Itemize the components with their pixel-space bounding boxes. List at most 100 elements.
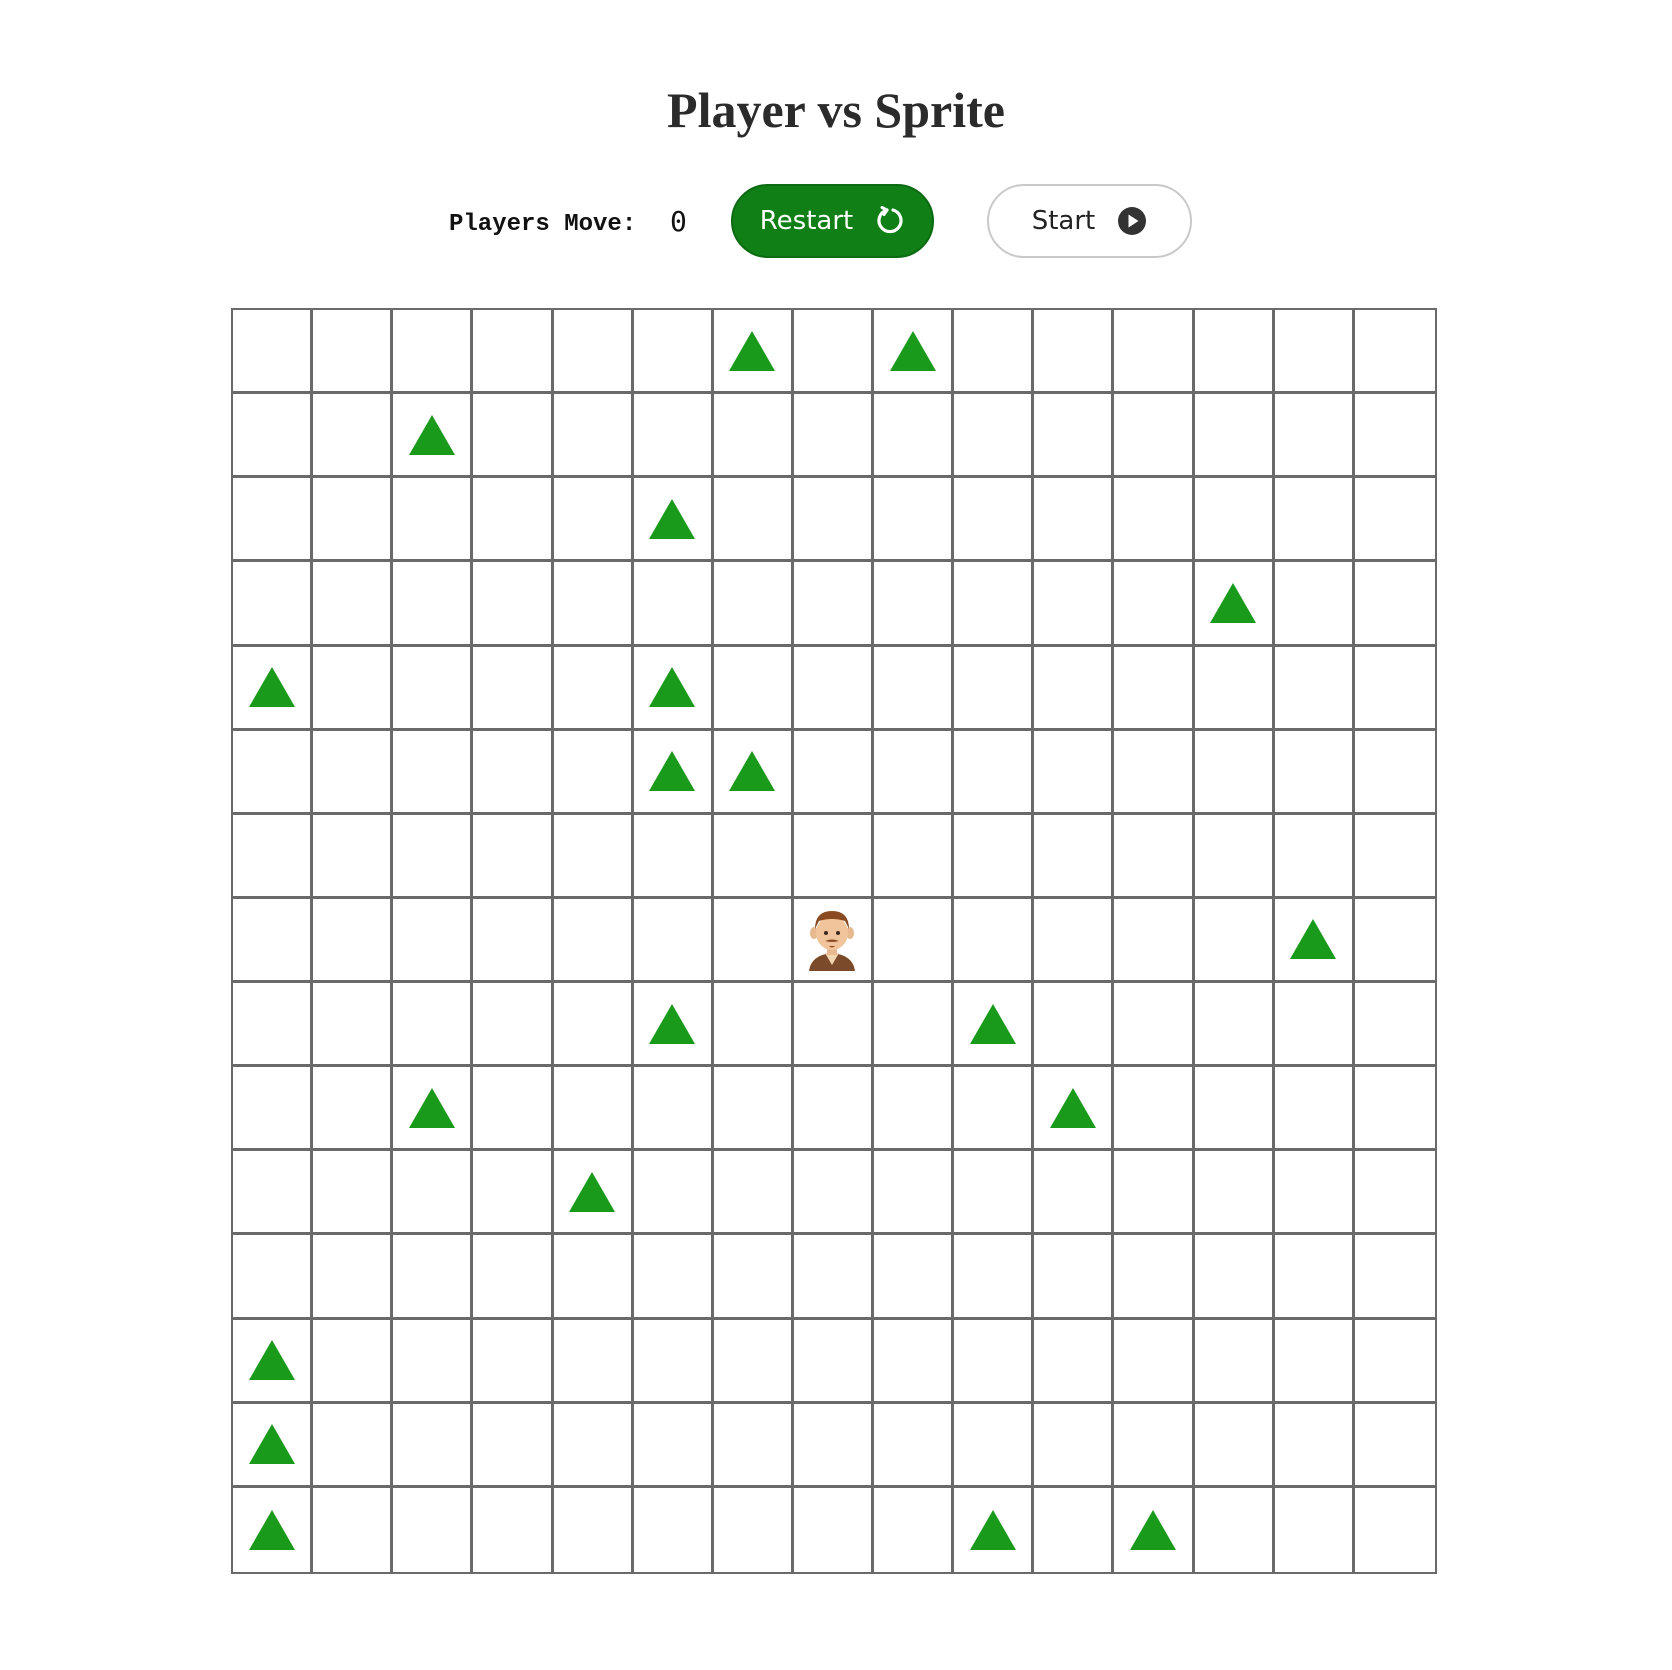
board-cell[interactable] bbox=[633, 646, 714, 731]
board-cell[interactable] bbox=[313, 1151, 394, 1236]
board-cell[interactable] bbox=[1114, 646, 1195, 731]
board-cell[interactable] bbox=[1114, 1151, 1195, 1236]
board-cell[interactable] bbox=[633, 1403, 714, 1488]
board-cell[interactable] bbox=[553, 730, 634, 815]
board-cell[interactable] bbox=[393, 646, 474, 731]
board-cell[interactable] bbox=[793, 478, 875, 563]
board-cell[interactable] bbox=[874, 1487, 955, 1572]
board-cell[interactable] bbox=[874, 478, 955, 563]
board-cell[interactable] bbox=[393, 814, 474, 899]
board-cell[interactable] bbox=[1274, 730, 1355, 815]
board-cell[interactable] bbox=[713, 1151, 794, 1236]
board-cell[interactable] bbox=[313, 562, 394, 647]
board-cell[interactable] bbox=[874, 1235, 955, 1320]
board-cell[interactable] bbox=[1034, 983, 1115, 1068]
board-cell[interactable] bbox=[473, 814, 554, 899]
board-cell[interactable] bbox=[393, 1235, 474, 1320]
board-cell[interactable] bbox=[553, 983, 634, 1068]
board-cell[interactable] bbox=[1274, 1235, 1355, 1320]
board-cell[interactable] bbox=[874, 1403, 955, 1488]
board-cell[interactable] bbox=[1354, 1404, 1435, 1488]
board-cell[interactable] bbox=[1034, 310, 1115, 395]
board-cell[interactable] bbox=[553, 898, 634, 984]
board-cell[interactable] bbox=[1114, 1319, 1195, 1404]
restart-button[interactable]: Restart bbox=[731, 184, 934, 258]
board-cell[interactable] bbox=[1194, 562, 1275, 647]
board-cell[interactable] bbox=[1274, 1067, 1355, 1152]
board-cell[interactable] bbox=[1194, 310, 1275, 395]
board-cell[interactable] bbox=[793, 562, 875, 647]
board-cell[interactable] bbox=[233, 814, 314, 899]
board-cell[interactable] bbox=[1354, 394, 1435, 479]
board-cell[interactable] bbox=[1274, 562, 1355, 647]
board-cell[interactable] bbox=[634, 1487, 714, 1572]
board-cell[interactable] bbox=[874, 1319, 955, 1404]
board-cell[interactable] bbox=[1274, 1403, 1355, 1488]
board-cell[interactable] bbox=[393, 478, 474, 563]
board-cell[interactable] bbox=[1114, 898, 1195, 984]
board-cell[interactable] bbox=[713, 562, 794, 647]
board-cell[interactable] bbox=[954, 562, 1035, 647]
board-cell[interactable] bbox=[233, 1487, 314, 1572]
board-cell[interactable] bbox=[633, 983, 714, 1068]
board-cell[interactable] bbox=[553, 394, 634, 479]
board-cell[interactable] bbox=[473, 898, 554, 984]
board-cell[interactable] bbox=[954, 394, 1035, 479]
board-cell[interactable] bbox=[1034, 562, 1115, 647]
board-cell[interactable] bbox=[1274, 898, 1355, 984]
board-cell[interactable] bbox=[473, 1403, 554, 1488]
board-cell[interactable] bbox=[713, 478, 794, 563]
board-cell[interactable] bbox=[233, 478, 314, 563]
board-cell[interactable] bbox=[1274, 646, 1355, 731]
board-cell[interactable] bbox=[793, 983, 875, 1068]
board-cell[interactable] bbox=[1034, 1487, 1115, 1572]
board-cell[interactable] bbox=[1114, 730, 1195, 815]
board-cell[interactable] bbox=[1354, 1320, 1435, 1404]
board-cell[interactable] bbox=[473, 983, 554, 1068]
board-cell[interactable] bbox=[874, 646, 955, 731]
board-cell[interactable] bbox=[1274, 1151, 1355, 1236]
board-cell[interactable] bbox=[1114, 562, 1195, 647]
board-cell[interactable] bbox=[473, 562, 554, 647]
board-cell[interactable] bbox=[233, 1067, 314, 1152]
board-cell[interactable] bbox=[313, 310, 394, 395]
board-cell[interactable] bbox=[713, 1403, 794, 1488]
board-cell[interactable] bbox=[1274, 310, 1355, 395]
board-cell[interactable] bbox=[793, 394, 875, 479]
board-cell[interactable] bbox=[1354, 731, 1435, 815]
board-cell[interactable] bbox=[1194, 1319, 1275, 1404]
board-cell[interactable] bbox=[473, 478, 554, 563]
board-cell[interactable] bbox=[793, 1319, 875, 1404]
board-cell[interactable] bbox=[1034, 730, 1115, 815]
board-cell[interactable] bbox=[1195, 1487, 1275, 1572]
board-cell[interactable] bbox=[553, 646, 634, 731]
board-cell[interactable] bbox=[553, 562, 634, 647]
board-cell[interactable] bbox=[1114, 983, 1195, 1068]
board-cell[interactable] bbox=[954, 1319, 1035, 1404]
board-cell[interactable] bbox=[313, 814, 394, 899]
board-cell[interactable] bbox=[713, 898, 794, 984]
board-cell[interactable] bbox=[553, 1067, 634, 1152]
board-cell[interactable] bbox=[1354, 983, 1435, 1068]
board-cell[interactable] bbox=[1275, 1487, 1355, 1572]
board-cell[interactable] bbox=[1114, 1067, 1195, 1152]
board-cell[interactable] bbox=[874, 394, 955, 479]
board-cell[interactable] bbox=[1034, 394, 1115, 479]
board-cell[interactable] bbox=[1194, 646, 1275, 731]
board-cell[interactable] bbox=[713, 310, 794, 395]
board-cell[interactable] bbox=[1354, 815, 1435, 899]
board-cell[interactable] bbox=[633, 562, 714, 647]
board-cell[interactable] bbox=[233, 1403, 314, 1488]
board-cell[interactable] bbox=[553, 478, 634, 563]
board-cell[interactable] bbox=[1034, 1403, 1115, 1488]
board-cell[interactable] bbox=[954, 310, 1035, 395]
board-cell[interactable] bbox=[874, 562, 955, 647]
board-cell[interactable] bbox=[473, 310, 554, 395]
board-cell[interactable] bbox=[713, 1235, 794, 1320]
board-cell[interactable] bbox=[1194, 898, 1275, 984]
board-cell[interactable] bbox=[313, 1319, 394, 1404]
board-cell[interactable] bbox=[874, 1151, 955, 1236]
board-cell[interactable] bbox=[233, 310, 314, 395]
board-cell[interactable] bbox=[313, 394, 394, 479]
board-cell[interactable] bbox=[954, 1487, 1035, 1572]
